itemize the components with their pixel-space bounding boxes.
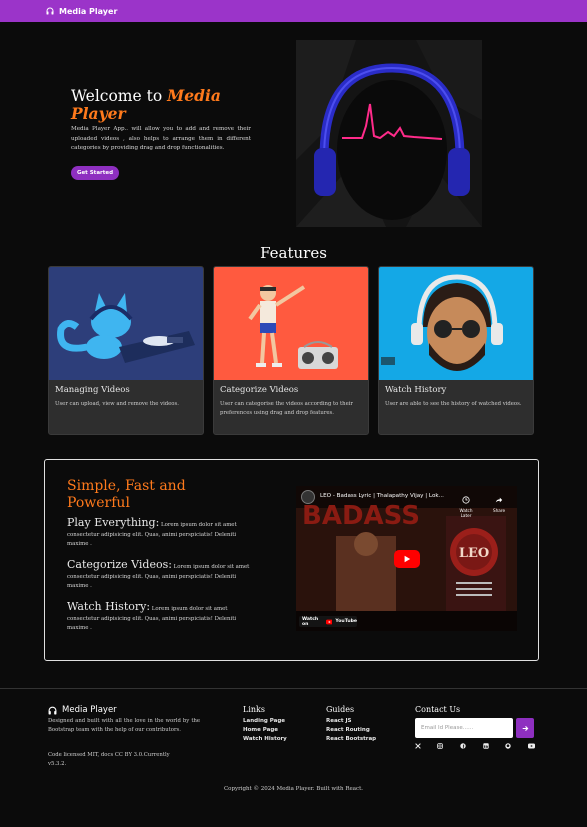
platform-label: YouTube (335, 619, 357, 624)
share-icon (495, 497, 503, 503)
poster-leo-text: LEO (459, 546, 489, 561)
youtube-icon[interactable] (527, 742, 535, 750)
feature-card-managing-videos: Managing Videos User can upload, view an… (48, 266, 204, 435)
play-button[interactable] (394, 550, 420, 568)
poster-big-text: BADASS (302, 501, 420, 531)
footer-license: Code licensed MIT, docs CC BY 3.0.Curren… (48, 752, 170, 767)
feature-categorize-videos: Categorize Videos: Lorem ipsum dolor sit… (67, 558, 252, 592)
footer-description: Designed and built with all the love in … (48, 718, 200, 733)
youtube-video-embed[interactable]: BADASS LEO LEO - Badass Lyric | Thalapat… (296, 486, 517, 631)
footer-divider (0, 688, 587, 689)
hero-description: Media Player App.. will allow you to add… (71, 126, 251, 152)
guide-react-js[interactable]: React JS (326, 718, 352, 724)
feature-card-title: Managing Videos (55, 385, 130, 395)
email-input[interactable] (415, 718, 513, 738)
navbar: Media Player (0, 0, 587, 22)
feature-card-title: Watch History (385, 385, 447, 395)
navbar-brand[interactable]: Media Player (59, 7, 117, 16)
channel-avatar[interactable] (301, 490, 315, 504)
play-icon (404, 555, 411, 563)
headphones-icon (46, 7, 54, 15)
dancer-boombox-image (214, 267, 368, 380)
send-button[interactable] (516, 718, 534, 738)
clock-icon (462, 496, 470, 504)
hero-title-prefix: Welcome to (71, 87, 168, 105)
share-label: Share (492, 508, 506, 513)
feature-card-categorize-videos: Categorize Videos User can categorise th… (213, 266, 369, 435)
arrow-right-icon (522, 725, 528, 731)
hero-headphones-image (296, 40, 482, 227)
feature-card-title: Categorize Videos (220, 385, 299, 395)
watch-later-button[interactable]: Watch Later (455, 489, 477, 518)
get-started-button[interactable]: Get Started (71, 166, 119, 180)
man-headphones-image (379, 267, 533, 380)
video-title[interactable]: LEO - Badass Lyric | Thalapathy Vijay | … (320, 493, 460, 499)
link-watch-history[interactable]: Watch History (243, 736, 287, 742)
dj-cat-image (49, 267, 203, 380)
link-landing-page[interactable]: Landing Page (243, 718, 285, 724)
footer-brand-label: Media Player (62, 705, 117, 715)
footer-brand: Media Player (48, 705, 117, 715)
watch-on-youtube-button[interactable]: Watch on YouTube (299, 616, 357, 627)
hero-title: Welcome to Media Player (71, 87, 256, 123)
feature-card-text: User are able to see the history of watc… (385, 401, 522, 407)
feature-card-text: User can categorise the videos according… (220, 401, 353, 416)
facebook-icon[interactable] (459, 742, 467, 750)
feature-heading: Watch History: (67, 600, 151, 613)
headphones-icon (48, 706, 57, 714)
instagram-icon[interactable] (436, 742, 444, 750)
share-button[interactable]: Share (490, 489, 508, 513)
watch-later-label: Watch Later (459, 508, 473, 518)
link-home-page[interactable]: Home Page (243, 727, 278, 733)
guides-heading: Guides (326, 705, 355, 714)
copyright: Copyright © 2024 Media Player. Built wit… (223, 786, 364, 792)
feature-heading: Play Everything: (67, 516, 160, 529)
youtube-logo-icon (325, 619, 333, 624)
feature-heading: Categorize Videos: (67, 558, 172, 571)
x-icon[interactable] (414, 742, 422, 750)
feature-play-everything: Play Everything: Lorem ipsum dolor sit a… (67, 516, 252, 550)
watch-on-label: Watch on (302, 616, 319, 627)
links-heading: Links (243, 705, 265, 714)
feature-card-text: User can upload, view and remove the vid… (55, 401, 179, 407)
contact-heading: Contact Us (415, 705, 461, 714)
guide-react-bootstrap[interactable]: React Bootstrap (326, 736, 376, 742)
github-icon[interactable] (504, 742, 512, 750)
feature-card-watch-history: Watch History User are able to see the h… (378, 266, 534, 435)
linkedin-icon[interactable] (482, 742, 490, 750)
guide-react-routing[interactable]: React Routing (326, 727, 370, 733)
section-title: Simple, Fast and Powerful (67, 478, 186, 511)
feature-watch-history: Watch History: Lorem ipsum dolor sit ame… (67, 600, 252, 634)
features-title: Features (260, 244, 327, 262)
